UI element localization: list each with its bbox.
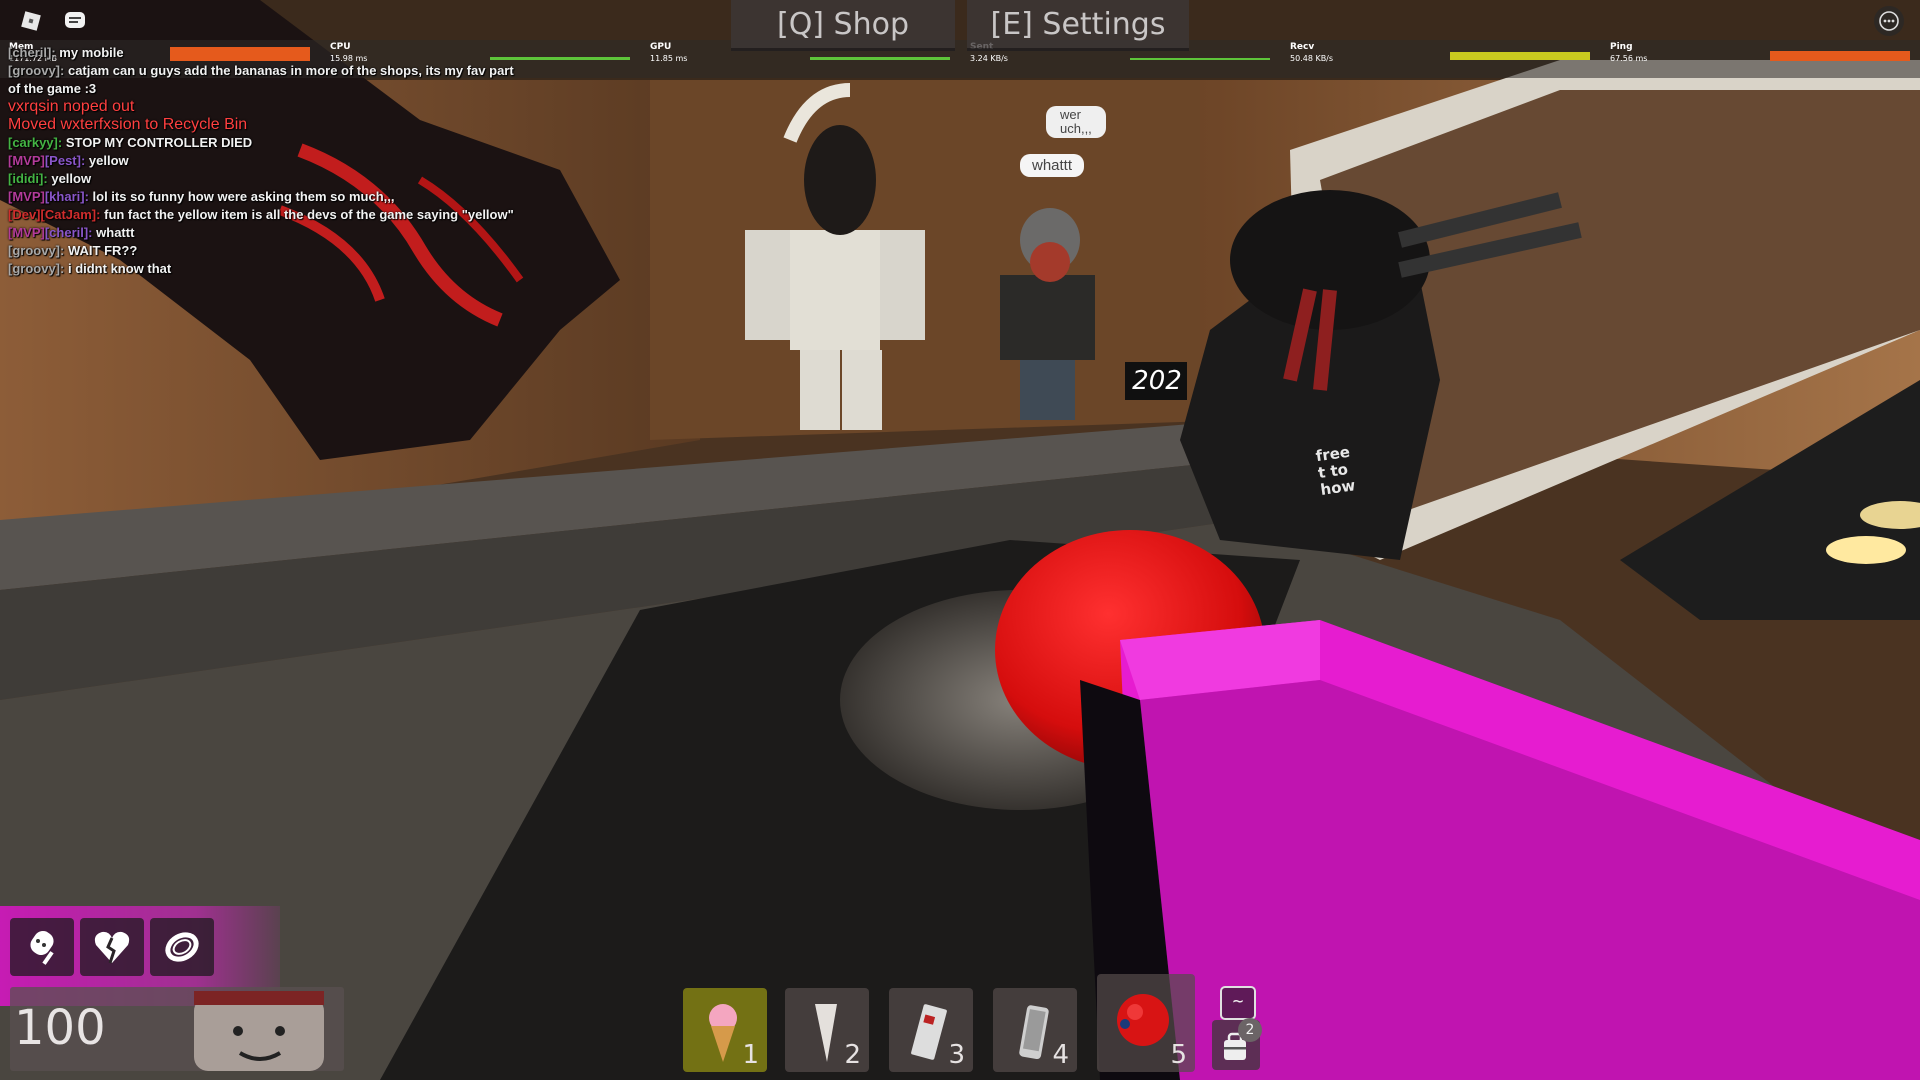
- stat-ping-label: Ping: [1610, 42, 1633, 52]
- backpack-count-badge: 2: [1238, 1018, 1262, 1042]
- card-icon: [911, 1004, 947, 1060]
- chat-username[interactable]: [groovy]:: [8, 261, 64, 276]
- chat-text: whattt: [96, 225, 135, 240]
- chat-tag: [MVP]: [8, 189, 45, 204]
- chat-text: vxrqsin noped out: [8, 98, 135, 115]
- chat-message: of the game :3: [8, 80, 608, 98]
- chat-text: yellow: [51, 171, 92, 186]
- hotbar-slot-3-number: 3: [948, 1040, 965, 1070]
- stat-recv: Recv 50.48 KB/s: [1290, 42, 1333, 64]
- ability-slot-1[interactable]: [10, 918, 74, 976]
- chat-message: [MVP][cheril]: whattt: [8, 224, 608, 242]
- backpack-key-hint[interactable]: ~: [1220, 986, 1256, 1020]
- hotbar-slot-1[interactable]: 1: [683, 988, 767, 1072]
- chat-message: [groovy]: WAIT FR??: [8, 242, 608, 260]
- stat-sent-graph: [1130, 58, 1270, 60]
- ice-cream-cone-icon: [709, 1004, 737, 1062]
- ring-icon: [165, 932, 199, 962]
- chat-system-message: Moved wxterfxsion to Recycle Bin: [8, 116, 608, 134]
- hotbar-slot-1-number: 1: [742, 1040, 759, 1070]
- speech-bubble-main: whattt: [1020, 154, 1085, 177]
- stat-gpu-graph: [810, 57, 950, 60]
- chat-message: [MVP][khari]: lol its so funny how were …: [8, 188, 608, 206]
- chat-system-message: vxrqsin noped out: [8, 98, 608, 116]
- chat-tag: [MVP]: [8, 225, 45, 240]
- chat-log: [cheril]: my mobile [groovy]: catjam can …: [8, 44, 608, 278]
- chat-message: [groovy]: catjam can u guys add the bana…: [8, 62, 608, 80]
- stat-recv-value: 50.48 KB/s: [1290, 54, 1334, 63]
- ice-cream-pop-icon: [30, 930, 54, 965]
- hotbar-slot-2-number: 2: [844, 1040, 861, 1070]
- chat-username[interactable]: [groovy]:: [8, 63, 64, 78]
- more-options-icon[interactable]: [1874, 6, 1904, 36]
- speech-bubble-top: wer uch,,,: [1046, 106, 1106, 138]
- hotbar-slot-5[interactable]: 5: [1097, 974, 1195, 1072]
- hotbar-slot-4-number: 4: [1052, 1040, 1069, 1070]
- chat-text: of the game :3: [8, 81, 97, 96]
- stat-ping: Ping 67.56 ms: [1610, 42, 1647, 64]
- stat-gpu: GPU 11.85 ms: [650, 42, 687, 64]
- chat-message: [Dev][CatJam]: fun fact the yellow item …: [8, 206, 608, 224]
- stat-sent-value: 3.24 KB/s: [970, 54, 1008, 63]
- chat-message: [ididi]: yellow: [8, 170, 608, 188]
- chat-message: [MVP][Pest]: yellow: [8, 152, 608, 170]
- chat-username[interactable]: [cheril]:: [8, 45, 56, 60]
- shop-button[interactable]: [Q] Shop: [731, 0, 955, 51]
- chat-username[interactable]: [groovy]:: [8, 243, 64, 258]
- chat-text: lol its so funny how were asking them so…: [92, 189, 395, 204]
- room-number-sign: 202: [1132, 366, 1182, 396]
- poster-text: free t to how: [1314, 442, 1357, 499]
- cone-icon: [815, 1004, 837, 1062]
- chat-text: catjam can u guys add the bananas in mor…: [67, 63, 514, 78]
- chat-tag: [Dev]: [8, 207, 41, 222]
- chat-text: yellow: [88, 153, 129, 168]
- stat-recv-graph: [1450, 52, 1590, 60]
- health-value: 100: [14, 1000, 106, 1056]
- ability-slot-2[interactable]: [80, 918, 144, 976]
- chat-username[interactable]: [cheril]:: [45, 225, 93, 240]
- hotbar-slot-5-number: 5: [1170, 1040, 1187, 1070]
- chat-username[interactable]: [khari]:: [45, 189, 89, 204]
- avatar-face-icon: [194, 991, 324, 1071]
- roblox-menu-icon[interactable]: [16, 6, 46, 36]
- chat-message: [cheril]: my mobile: [8, 44, 608, 62]
- phone-icon: [1019, 1005, 1049, 1060]
- chat-text: STOP MY CONTROLLER DIED: [65, 135, 253, 150]
- stat-gpu-value: 11.85 ms: [650, 54, 688, 63]
- chat-message: [groovy]: i didnt know that: [8, 260, 608, 278]
- red-ball-icon: [1117, 994, 1169, 1046]
- stat-ping-graph: [1770, 51, 1910, 61]
- chat-username[interactable]: [ididi]:: [8, 171, 48, 186]
- chat-username[interactable]: [carkyy]:: [8, 135, 62, 150]
- stat-gpu-label: GPU: [650, 42, 672, 52]
- settings-button[interactable]: [E] Settings: [967, 0, 1189, 51]
- chat-text: fun fact the yellow item is all the devs…: [104, 207, 514, 222]
- chat-toggle-icon[interactable]: [60, 6, 90, 36]
- hotbar-slot-3[interactable]: 3: [889, 988, 973, 1072]
- stat-ping-value: 67.56 ms: [1610, 54, 1648, 63]
- chat-text: Moved wxterfxsion to Recycle Bin: [8, 116, 248, 133]
- chat-text: WAIT FR??: [67, 243, 138, 258]
- hotbar-slot-4[interactable]: 4: [993, 988, 1077, 1072]
- stat-recv-label: Recv: [1290, 42, 1315, 52]
- ability-slot-3[interactable]: [150, 918, 214, 976]
- chat-username[interactable]: [CatJam]:: [41, 207, 101, 222]
- chat-username[interactable]: [Pest]:: [45, 153, 85, 168]
- hotbar-slot-2[interactable]: 2: [785, 988, 869, 1072]
- chat-text: i didnt know that: [67, 261, 172, 276]
- chat-text: my mobile: [59, 45, 124, 60]
- chat-message: [carkyy]: STOP MY CONTROLLER DIED: [8, 134, 608, 152]
- chat-tag: [MVP]: [8, 153, 45, 168]
- broken-heart-icon: [94, 931, 130, 964]
